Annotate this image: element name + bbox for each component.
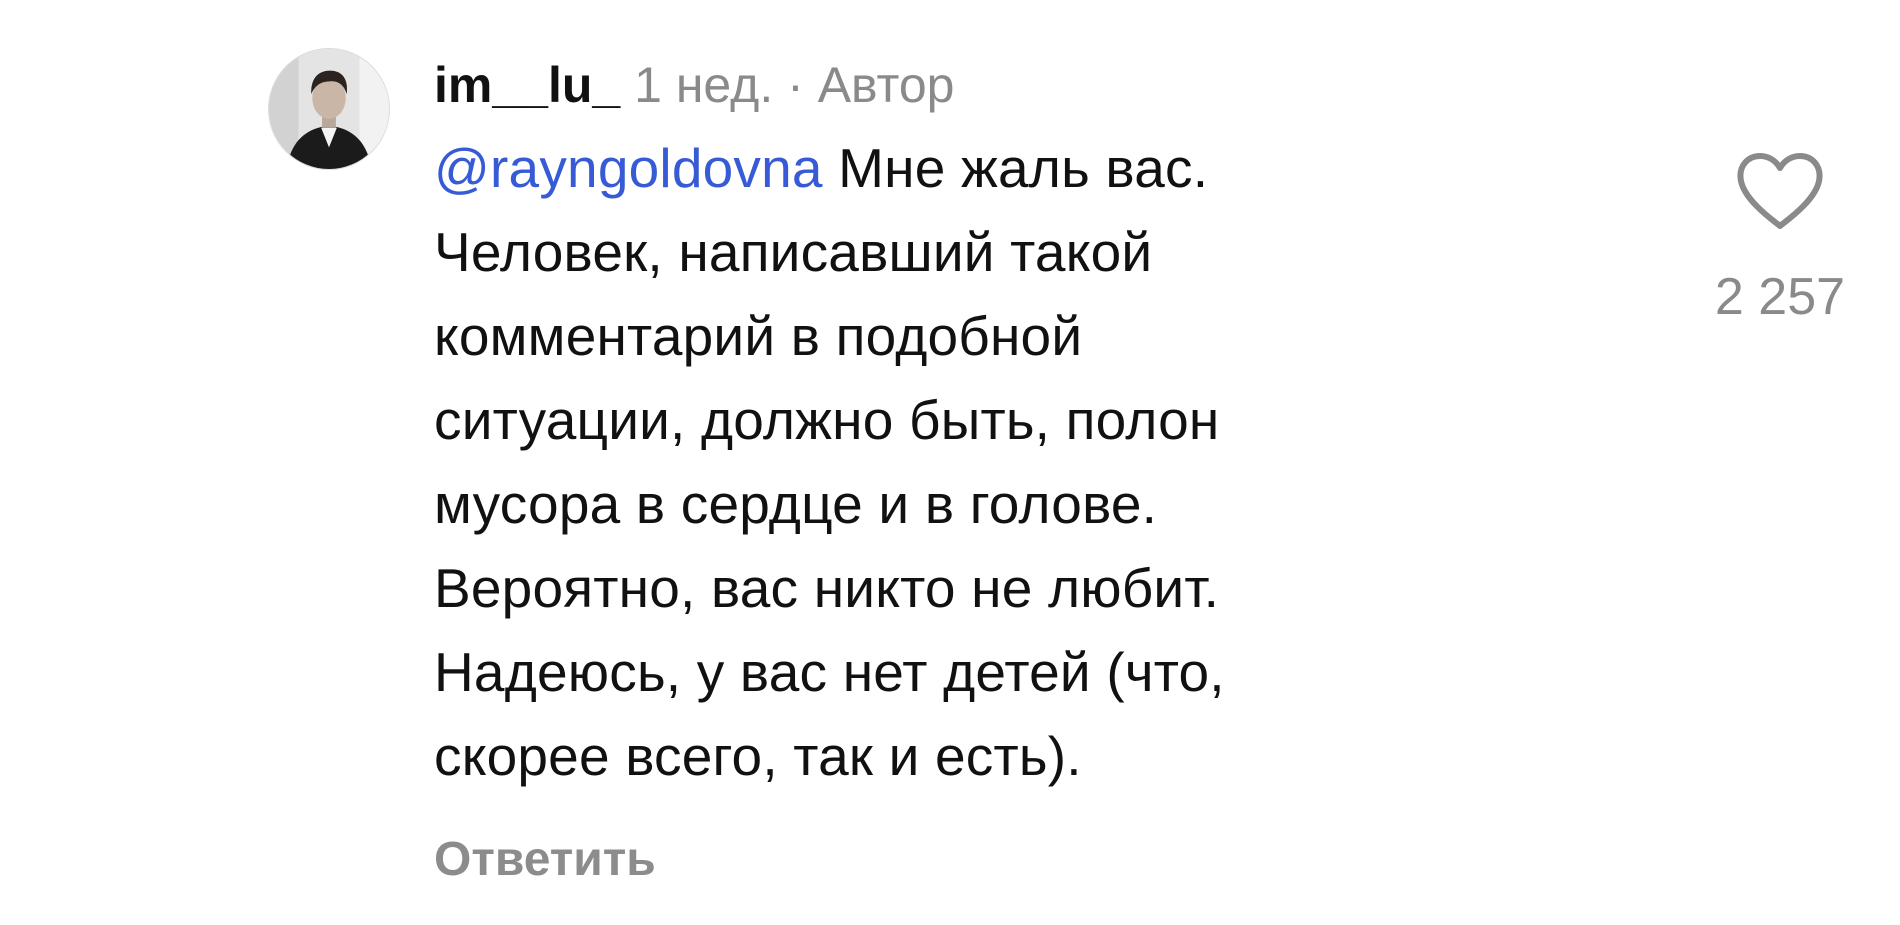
like-button[interactable]: [1735, 152, 1825, 232]
username[interactable]: im__lu_: [434, 57, 620, 113]
heart-outline-icon: [1737, 153, 1823, 229]
comment-line-first-text: Мне жаль вас.: [822, 137, 1209, 199]
reply-button[interactable]: Ответить: [434, 828, 656, 892]
comment-line: скорее всего, так и есть).: [434, 725, 1082, 787]
timestamp: 1 нед.: [634, 57, 774, 113]
comment-content: im__lu_ 1 нед. · Автор @rayngoldovna Мне…: [434, 52, 1494, 892]
comment-line: Вероятно, вас никто не любит.: [434, 557, 1220, 619]
comment-line: Надеюсь, у вас нет детей (что,: [434, 641, 1225, 703]
comment-line: ситуации, должно быть, полон: [434, 389, 1220, 451]
meta-separator: ·: [787, 57, 804, 113]
comment-item: im__lu_ 1 нед. · Автор @rayngoldovna Мне…: [0, 0, 1900, 925]
comment-line: мусора в сердце и в голове.: [434, 473, 1158, 535]
author-badge: Автор: [817, 57, 955, 113]
user-avatar-image: [269, 49, 389, 169]
comment-line: Человек, написавший такой: [434, 221, 1153, 283]
mention-link[interactable]: @rayngoldovna: [434, 137, 823, 199]
comment-meta: im__lu_ 1 нед. · Автор: [434, 52, 1494, 118]
like-count: 2 257: [1714, 268, 1846, 326]
avatar[interactable]: [268, 48, 390, 170]
comment-text: @rayngoldovna Мне жаль вас. Человек, нап…: [434, 126, 1494, 798]
comment-line-first: @rayngoldovna Мне жаль вас.: [434, 126, 1494, 210]
comment-line: комментарий в подобной: [434, 305, 1083, 367]
